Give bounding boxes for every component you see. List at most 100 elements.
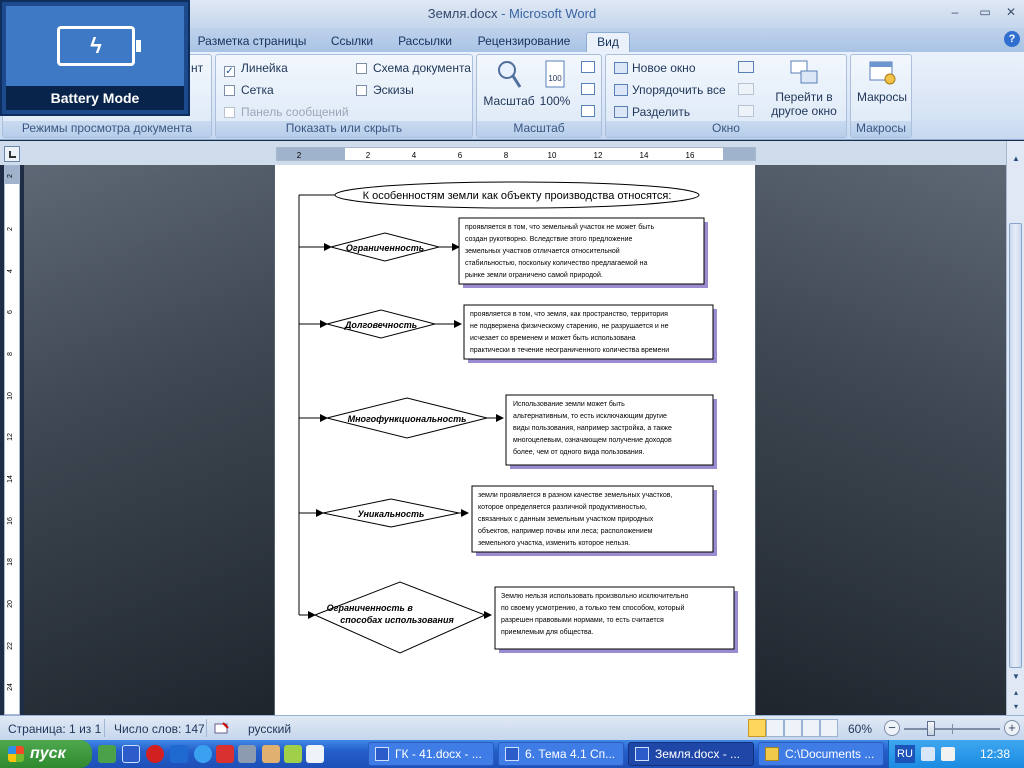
hruler-tick-label: 8 (504, 151, 509, 160)
group-show-hide: ✓ Линейка Сетка Панель сообщений Схема до… (215, 54, 473, 138)
app-quicklaunch-icon[interactable] (238, 745, 256, 763)
arrange-all-button[interactable]: Упорядочить все (614, 83, 726, 99)
page-100-icon: 100 (545, 60, 565, 88)
new-window-label: Новое окно (632, 61, 696, 75)
start-button[interactable]: пуск (0, 740, 92, 768)
zoom-100-button[interactable]: 100 100% (535, 59, 575, 108)
taskbar: пуск ГК - 41.docx - ... 6. Тема 4.1 Сп..… (0, 740, 1024, 768)
new-window-button[interactable]: Новое окно (614, 61, 696, 77)
scrollbar-thumb[interactable] (1009, 223, 1022, 668)
word-doc-icon (635, 747, 649, 761)
zoom-slider-thumb[interactable] (927, 721, 935, 736)
item-1-desc-line-2: создан рукотворно. Вследствие этого пред… (465, 236, 632, 243)
side-by-side-icon[interactable] (738, 61, 754, 73)
item-5-desc-line-1: Землю нельзя использовать произвольно ис… (501, 593, 688, 600)
tab-mailings[interactable]: Рассылки (392, 32, 458, 52)
vertical-ruler[interactable]: 2 2 4 6 8 10 12 14 16 18 20 22 24 (4, 165, 20, 715)
zoom-button[interactable]: Масштаб (481, 59, 537, 108)
word-quicklaunch-icon[interactable] (122, 745, 140, 763)
split-label: Разделить (632, 105, 691, 119)
system-tray: RU 12:38 (888, 740, 1024, 768)
item-1-name: Ограниченность (346, 243, 424, 253)
language-indicator[interactable]: русский (248, 722, 291, 736)
macros-button[interactable]: Макросы (853, 59, 911, 104)
tray-network-icon[interactable] (921, 747, 935, 761)
tab-view[interactable]: Вид (586, 32, 630, 52)
status-separator (206, 719, 207, 737)
windows-media-icon[interactable] (170, 745, 188, 763)
page-width-icon[interactable] (581, 105, 595, 117)
page-indicator[interactable]: Страница: 1 из 1 (8, 722, 101, 736)
switch-windows-icon (790, 60, 818, 84)
item-3-desc-line-3: виды пользования, например застройка, а … (513, 424, 672, 432)
split-button[interactable]: Разделить (614, 105, 690, 121)
zoom-level[interactable]: 60% (848, 722, 872, 736)
two-pages-icon[interactable] (581, 83, 595, 95)
view-modes-partial-label: нт (191, 61, 204, 75)
hruler-tick-label: 12 (594, 151, 603, 160)
outline-view-icon[interactable] (802, 719, 820, 737)
desktop-switch-icon[interactable] (306, 745, 324, 763)
print-layout-view-icon[interactable] (748, 719, 766, 737)
taskbar-item-label: Земля.docx - ... (655, 747, 741, 761)
folder-icon (765, 747, 779, 761)
prev-page-icon[interactable]: ▴ (1010, 687, 1022, 699)
switch-windows-button[interactable]: Перейти в другое окно (764, 59, 844, 118)
document-map-label: Схема документа (373, 61, 471, 75)
close-button[interactable]: ✕ (1000, 5, 1022, 21)
tab-page-layout[interactable]: Разметка страницы (194, 32, 310, 52)
media-player-icon[interactable] (216, 745, 234, 763)
word-count[interactable]: Число слов: 147 (114, 722, 205, 736)
opera-icon[interactable] (146, 745, 164, 763)
document-map-checkbox[interactable]: Схема документа (356, 61, 471, 77)
zoom-out-button[interactable]: − (884, 720, 900, 736)
tab-references[interactable]: Ссылки (322, 32, 382, 52)
zoom-slider-center-mark (952, 724, 953, 734)
tray-volume-icon[interactable] (941, 747, 955, 761)
taskbar-item-tema-4-1[interactable]: 6. Тема 4.1 Сп... (498, 742, 624, 766)
tools-quicklaunch-icon[interactable] (262, 745, 280, 763)
proofing-icon[interactable] (214, 721, 230, 735)
switch-windows-label-1: Перейти в (775, 90, 833, 104)
tab-review[interactable]: Рецензирование (472, 32, 576, 52)
restore-button[interactable]: ▭ (974, 5, 996, 21)
taskbar-item-gk-41[interactable]: ГК - 41.docx - ... (368, 742, 494, 766)
language-switch[interactable]: RU (895, 745, 915, 763)
item-3-desc-line-5: более, чем от одного вида пользования. (513, 448, 644, 456)
minimize-button[interactable]: – (944, 5, 966, 21)
document-page[interactable]: К особенностям земли как объекту произво… (275, 165, 755, 715)
tab-selector-icon[interactable] (4, 146, 20, 162)
document-map-check-icon (356, 63, 367, 74)
internet-explorer-icon[interactable] (194, 745, 212, 763)
horizontal-ruler[interactable]: 2 2 4 6 8 10 12 14 16 (276, 147, 756, 161)
item-5: Ограниченность в способах использования … (299, 581, 738, 654)
item-5-desc-line-2: по своему усмотрению, а только тем спосо… (501, 604, 685, 612)
thumbnails-checkbox[interactable]: Эскизы (356, 83, 414, 99)
web-layout-icon[interactable] (784, 719, 802, 737)
taskbar-item-zemlya[interactable]: Земля.docx - ... (628, 742, 754, 766)
full-screen-reading-icon[interactable] (766, 719, 784, 737)
window-title-doc: Земля.docx (427, 6, 498, 21)
scroll-up-icon[interactable]: ▲ (1010, 153, 1022, 165)
zoom-in-button[interactable]: + (1004, 720, 1020, 736)
ruler-checkbox[interactable]: ✓ Линейка (224, 61, 288, 77)
grid-checkbox[interactable]: Сетка (224, 83, 274, 99)
show-desktop-icon[interactable] (98, 745, 116, 763)
header-text: К особенностям земли как объекту произво… (363, 190, 672, 202)
taskbar-item-documents-folder[interactable]: C:\Documents ... (758, 742, 884, 766)
group-window-label: Окно (606, 121, 846, 137)
vruler-tick-label: 18 (7, 558, 14, 566)
icq-icon[interactable] (284, 745, 302, 763)
word-doc-icon (505, 747, 519, 761)
item-3-desc-line-4: многоцелевым, означающем получение доход… (513, 437, 672, 444)
one-page-icon[interactable] (581, 61, 595, 73)
window-title-app: - Microsoft Word (497, 6, 597, 21)
item-1: Ограниченность проявляется в том, что зе… (299, 217, 708, 288)
vertical-scrollbar[interactable]: ▲ ▼ ▴ ▾ (1006, 141, 1024, 715)
item-5-name-line-2: способах использования (340, 615, 454, 625)
draft-view-icon[interactable] (820, 719, 838, 737)
group-macros: Макросы Макросы (850, 54, 912, 138)
help-icon[interactable]: ? (1004, 31, 1020, 47)
scroll-down-icon[interactable]: ▼ (1010, 671, 1022, 683)
next-page-icon[interactable]: ▾ (1010, 701, 1022, 713)
